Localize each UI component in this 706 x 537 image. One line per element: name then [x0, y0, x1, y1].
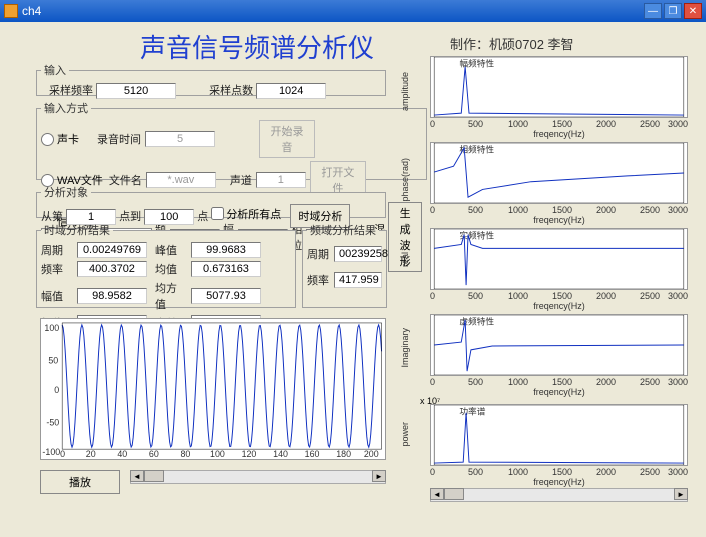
fr-freq-value: 417.959 — [334, 272, 382, 288]
input-mode-legend: 输入方式 — [41, 100, 91, 116]
fr-period-value: 00239258 — [334, 246, 382, 262]
time-waveform-chart: 100 50 0 -50 -100 0 20 40 60 80 100 120 140 160 180 20… — [40, 318, 386, 460]
titlebar: ch4 — ❐ ✕ — [0, 0, 706, 22]
tr-period-value: 0.00249769 — [77, 242, 147, 258]
fr-period-label: 周期 — [307, 246, 331, 262]
waveform-scrollbar[interactable]: ◄ ► — [130, 470, 386, 484]
c5-ylabel: power — [400, 422, 410, 447]
record-time-field[interactable]: 5 — [145, 131, 215, 147]
tr-freq-label: 频率 — [41, 261, 69, 277]
power-chart: 功率谱 3210 — [430, 404, 688, 466]
author-label: 制作：机硕0702 李智 — [450, 34, 574, 53]
input-mode-panel: 输入方式 声卡 录音时间 5 开始录音 WAV文件 文件名 *.wav 声道 1… — [36, 100, 427, 180]
tr-rms-label: 均方值 — [155, 280, 183, 312]
svg-text:160: 160 — [305, 449, 320, 459]
c1-ylabel: amplitude — [400, 72, 410, 111]
svg-text:140: 140 — [273, 449, 288, 459]
c2-ylabel: phase(rad) — [400, 158, 410, 202]
svg-text:20: 20 — [86, 449, 96, 459]
c1-xlabel: freqency(Hz) — [430, 129, 688, 139]
svg-text:80: 80 — [180, 449, 190, 459]
c5-xlabel: freqency(Hz) — [430, 477, 688, 487]
svg-text:50: 50 — [48, 355, 58, 365]
svg-text:100: 100 — [210, 449, 225, 459]
svg-text:180: 180 — [336, 449, 351, 459]
imag-chart: 虚频特性 50000-5000 — [430, 314, 688, 376]
c5-title: 功率谱 — [459, 406, 485, 417]
svg-text:120: 120 — [242, 449, 257, 459]
c2-xlabel: freqency(Hz) — [430, 215, 688, 225]
svg-text:0: 0 — [54, 385, 59, 395]
phase-chart: 相频特性 20-2 — [430, 142, 688, 204]
c1-title: 幅频特性 — [459, 58, 494, 69]
c3-xlabel: freqency(Hz) — [430, 301, 688, 311]
play-button[interactable]: 播放 — [40, 470, 120, 494]
sample-rate-label: 采样频率 — [49, 85, 93, 97]
minimize-button[interactable]: — — [644, 3, 662, 19]
tr-rms-value: 5077.93 — [191, 288, 261, 304]
start-record-button[interactable]: 开始录音 — [259, 120, 315, 158]
tr-peak-label: 峰值 — [155, 242, 183, 258]
freq-result-legend: 频域分析结果 — [307, 222, 379, 238]
tr-freq-value: 400.3702 — [77, 261, 147, 277]
svg-text:0: 0 — [60, 449, 65, 459]
app-icon — [4, 4, 18, 18]
c3-ylabel: real — [400, 252, 410, 267]
window-title: ch4 — [22, 4, 644, 18]
record-time-label: 录音时间 — [97, 131, 141, 147]
analysis-target-legend: 分析对象 — [41, 184, 91, 200]
input-legend: 输入 — [41, 62, 69, 78]
amplitude-chart: 幅频特性 1000050000 — [430, 56, 688, 118]
c4-ylabel: Imaginary — [400, 328, 410, 368]
close-button[interactable]: ✕ — [684, 3, 702, 19]
all-points-checkbox[interactable]: 分析所有点 — [211, 206, 281, 222]
sample-rate-field[interactable]: 5120 — [96, 83, 176, 99]
svg-text:100: 100 — [44, 323, 59, 333]
fr-freq-label: 频率 — [307, 272, 331, 288]
sample-points-field[interactable]: 1024 — [256, 83, 326, 99]
freq-result-panel: 频域分析结果 周期 00239258 频率 417.959 — [302, 222, 387, 308]
svg-text:200: 200 — [364, 449, 379, 459]
sample-points-label: 采样点数 — [209, 85, 253, 97]
time-result-panel: 时域分析结果 周期 0.00249769 峰值 99.9683 频率 400.3… — [36, 222, 296, 308]
tr-amp-label: 幅值 — [41, 288, 69, 304]
right-scrollbar[interactable]: ◄ ► — [430, 488, 688, 502]
tr-period-label: 周期 — [41, 242, 69, 258]
real-chart: 实频特性 2000-200-400 — [430, 228, 688, 290]
maximize-button[interactable]: ❐ — [664, 3, 682, 19]
svg-text:-100: -100 — [42, 447, 60, 457]
tr-mean-value: 0.673163 — [191, 261, 261, 277]
svg-text:40: 40 — [117, 449, 127, 459]
tr-amp-value: 98.9582 — [77, 288, 147, 304]
svg-text:-50: -50 — [46, 417, 59, 427]
svg-text:60: 60 — [149, 449, 159, 459]
time-result-legend: 时域分析结果 — [41, 222, 113, 238]
page-title: 声音信号频谱分析仪 — [140, 28, 374, 65]
analysis-target-panel: 分析对象 从第 1 点到 100 点 分析所有点 时域分析 频域分析 — [36, 184, 386, 218]
sound-card-radio[interactable]: 声卡 — [41, 131, 79, 147]
input-panel: 输入 采样频率 5120 采样点数 1024 — [36, 62, 386, 96]
tr-mean-label: 均值 — [155, 261, 183, 277]
c4-xlabel: freqency(Hz) — [430, 387, 688, 397]
tr-peak-value: 99.9683 — [191, 242, 261, 258]
